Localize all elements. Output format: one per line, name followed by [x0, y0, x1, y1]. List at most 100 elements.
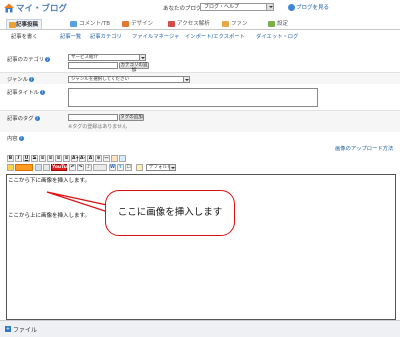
- main-tabs: 記事投稿 コメント/TB デザイン アクセス解析 ファン 設定: [0, 18, 400, 30]
- gear-icon: [268, 21, 275, 27]
- genre-select[interactable]: ジャンルを選択してください: [68, 76, 190, 83]
- tag-add-button[interactable]: タグの追加: [119, 114, 144, 121]
- image-button[interactable]: [111, 155, 118, 162]
- list-button[interactable]: ≡: [63, 155, 70, 162]
- help-icon[interactable]: ?: [18, 136, 24, 141]
- mail-icon[interactable]: [35, 164, 42, 171]
- blog-select-value: ブログ・ヘルプ: [204, 4, 240, 10]
- tab-post[interactable]: 記事投稿: [6, 19, 43, 29]
- strike-button[interactable]: S: [31, 155, 38, 162]
- category-label: 記事のカテゴリ?: [7, 55, 51, 63]
- category-select-value: サービス紹介: [71, 55, 98, 60]
- subtab-list[interactable]: 記事一覧: [60, 32, 81, 40]
- wiki-button[interactable]: W: [109, 164, 116, 171]
- help-icon[interactable]: ?: [34, 116, 40, 121]
- undo-icon[interactable]: ↶: [69, 164, 76, 171]
- sub-tabs: 記事を書く 記事一覧 記事カテゴリ ファイルマネージャ インポート/エクスポート…: [0, 31, 400, 41]
- align-right-button[interactable]: ≡: [55, 155, 62, 162]
- chevron-down-icon: [266, 4, 273, 10]
- source-toggle-button[interactable]: ☐: [125, 164, 132, 171]
- view-blog-label: ブログを見る: [296, 5, 330, 11]
- chevron-down-icon: [169, 165, 175, 170]
- font-smaller-button[interactable]: A-: [79, 155, 86, 162]
- music-icon[interactable]: ♪: [85, 164, 92, 171]
- comment-icon: [70, 21, 77, 27]
- chart-icon: [168, 21, 175, 27]
- editor-line-2: ここから上に画像を挿入します。: [8, 213, 90, 219]
- bold-button[interactable]: B: [7, 155, 14, 162]
- genre-row-bg: [0, 72, 400, 84]
- tag-label-text: 記事のタグ: [7, 116, 34, 122]
- link-button[interactable]: ⊕: [95, 155, 102, 162]
- house-logo-icon: [4, 3, 14, 13]
- tab-label: コメント/TB: [79, 21, 110, 27]
- hr-button[interactable]: —: [103, 155, 110, 162]
- help-icon[interactable]: ?: [39, 90, 45, 95]
- help-icon[interactable]: ?: [45, 57, 51, 62]
- pen-icon: [9, 22, 16, 28]
- font-select[interactable]: デフォルト: [146, 164, 176, 171]
- category-add-button[interactable]: カテゴリの追加: [119, 62, 149, 73]
- category-new-input[interactable]: [68, 62, 118, 69]
- genre-select-value: ジャンルを選択してください: [71, 77, 130, 82]
- font-color-button[interactable]: A: [87, 155, 94, 162]
- blog-parts-button[interactable]: [15, 164, 33, 171]
- tab-access[interactable]: アクセス解析: [168, 19, 210, 29]
- file-section-label: ファイル: [13, 327, 38, 334]
- photo-button[interactable]: [119, 155, 126, 162]
- category-select[interactable]: サービス紹介: [68, 54, 146, 61]
- subtab-diet-log[interactable]: ダイエット・ログ: [256, 32, 298, 40]
- view-blog-link[interactable]: ブログを見る: [288, 3, 329, 11]
- underline-button[interactable]: U: [23, 155, 30, 162]
- chevron-down-icon: [139, 55, 145, 60]
- expand-icon[interactable]: +: [5, 326, 11, 332]
- app-title: マイ・ブログ: [16, 4, 68, 14]
- editor-line-1: ここから下に画像を挿入します。: [8, 178, 90, 184]
- fan-icon: [222, 21, 229, 27]
- movie-button[interactable]: [93, 164, 107, 171]
- tag-note: ※タグの登録はありません: [68, 124, 128, 130]
- content-label-text: 内容: [7, 136, 18, 142]
- emoji-icon[interactable]: [7, 164, 14, 171]
- tab-label: 記事投稿: [16, 22, 39, 28]
- blog-select[interactable]: ブログ・ヘルプ: [200, 3, 274, 11]
- tab-design[interactable]: デザイン: [122, 19, 153, 29]
- tab-label: アクセス解析: [177, 21, 210, 27]
- globe-icon: [288, 4, 295, 11]
- help-icon[interactable]: ?: [28, 77, 34, 82]
- youtube-button[interactable]: YouTube: [51, 164, 73, 171]
- tab-label: ファン: [231, 21, 248, 27]
- content-label: 内容?: [7, 134, 24, 142]
- subtab-import-export[interactable]: インポート/エクスポート: [185, 32, 245, 40]
- map-icon[interactable]: [43, 164, 50, 171]
- tab-comment[interactable]: コメント/TB: [70, 19, 110, 29]
- subtab-category[interactable]: 記事カテゴリ: [90, 32, 122, 40]
- tag-input[interactable]: [68, 114, 118, 121]
- tab-settings[interactable]: 設定: [268, 19, 288, 29]
- chevron-down-icon: [183, 77, 189, 82]
- subtab-write[interactable]: 記事を書く: [11, 32, 38, 40]
- align-left-button[interactable]: ≡: [39, 155, 46, 162]
- category-label-text: 記事のカテゴリ: [7, 57, 45, 63]
- italic-button[interactable]: I: [15, 155, 22, 162]
- title-input[interactable]: [68, 88, 318, 107]
- genre-label-text: ジャンル: [7, 77, 28, 83]
- top-bar: マイ・ブログ あなたのブログ： ブログ・ヘルプ ブログを見る: [0, 0, 400, 16]
- twitter-button[interactable]: t: [117, 164, 124, 171]
- tab-fan[interactable]: ファン: [222, 19, 248, 29]
- tab-label: デザイン: [131, 21, 154, 27]
- tag-label: 記事のタグ?: [7, 114, 40, 122]
- subtab-file-manager[interactable]: ファイルマネージャ: [132, 32, 179, 40]
- file-section[interactable]: + ファイル: [0, 320, 400, 337]
- callout-bubble: ここに画像を挿入します: [105, 190, 235, 236]
- genre-label: ジャンル?: [7, 75, 34, 83]
- title-label-text: 記事タイトル: [7, 90, 39, 96]
- edit-icon[interactable]: [136, 164, 143, 171]
- font-larger-button[interactable]: A+: [71, 155, 79, 162]
- image-upload-help-link[interactable]: 画像のアップロード方法: [335, 144, 393, 152]
- align-center-button[interactable]: ≡: [47, 155, 54, 162]
- palette-icon: [122, 21, 129, 27]
- tag-row-bg: [0, 110, 400, 132]
- tab-label: 設定: [277, 21, 289, 27]
- redo-icon[interactable]: ↷: [77, 164, 84, 171]
